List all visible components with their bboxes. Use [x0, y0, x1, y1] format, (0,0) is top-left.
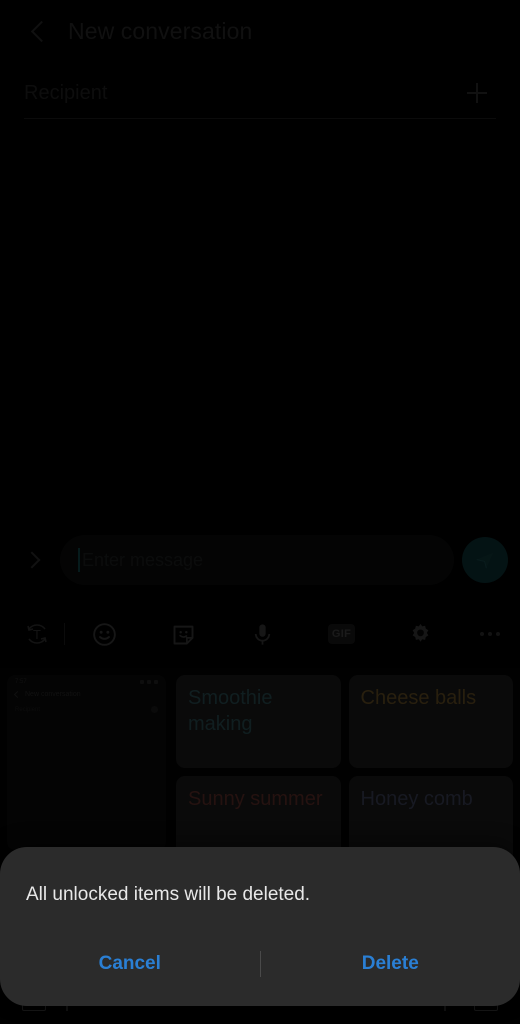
delete-button[interactable]: Delete — [261, 939, 520, 989]
microphone-icon — [254, 623, 271, 645]
wifi-icon — [147, 680, 151, 684]
thumb-recipient-row: Recipient — [7, 700, 166, 713]
dialog-message: All unlocked items will be deleted. — [26, 884, 311, 905]
text-mode-toggle[interactable]: T — [10, 612, 64, 656]
chevron-right-icon — [23, 551, 41, 569]
screen-preview-thumbnail[interactable]: 7:57 New conversation Recipient — [7, 675, 166, 850]
overflow-dots-icon — [480, 632, 500, 636]
smiley-face-icon — [93, 622, 116, 646]
gif-icon: GIF — [328, 624, 355, 644]
voice-button[interactable] — [223, 612, 302, 656]
list-item[interactable]: Cheese balls — [348, 675, 513, 768]
list-item[interactable]: Smoothie making — [176, 675, 341, 768]
recipient-row — [24, 68, 496, 118]
chevron-left-icon — [30, 20, 52, 42]
thumb-status-bar: 7:57 — [7, 675, 166, 685]
send-paper-plane-icon — [476, 552, 494, 569]
signal-icon — [140, 680, 144, 684]
recipient-underline — [24, 118, 496, 119]
thumb-recipient-label: Recipient — [15, 706, 41, 713]
dialog-actions: Cancel Delete — [0, 932, 520, 1006]
gif-button[interactable]: GIF — [302, 612, 381, 656]
cancel-button[interactable]: Cancel — [0, 939, 260, 989]
svg-text:T: T — [33, 627, 41, 642]
gear-icon — [412, 623, 429, 642]
add-recipient-button[interactable] — [458, 74, 496, 112]
chevron-left-icon — [13, 690, 22, 699]
t-in-circular-arrow-icon: T — [27, 624, 47, 644]
compose-bar — [0, 531, 520, 589]
thumb-title: New conversation — [25, 691, 81, 698]
card-text: Cheese balls — [360, 687, 477, 709]
phone-screen: New conversation Recipient Enter message… — [0, 0, 520, 1024]
card-text: Honey comb — [360, 788, 473, 810]
more-button[interactable] — [460, 612, 520, 656]
send-button[interactable] — [462, 537, 508, 583]
page-title: New conversation — [68, 17, 253, 44]
delete-confirmation-dialog: All unlocked items will be deleted. Canc… — [0, 847, 520, 1006]
battery-icon — [154, 680, 158, 684]
thumb-status-time: 7:57 — [15, 679, 27, 685]
settings-button[interactable] — [381, 612, 460, 656]
card-text: Sunny summer — [188, 788, 323, 810]
thumb-header: New conversation — [7, 685, 166, 700]
compose-toolbar: T GIF — [0, 608, 520, 660]
sticker-icon — [173, 625, 194, 644]
message-input-wrapper[interactable] — [60, 535, 454, 585]
app-header: New conversation — [0, 0, 520, 62]
message-input[interactable] — [80, 535, 454, 585]
recipient-input[interactable] — [24, 81, 458, 105]
sticker-button[interactable] — [144, 612, 223, 656]
expand-attachments-button[interactable] — [12, 538, 56, 582]
plus-icon — [151, 706, 158, 713]
card-text: Smoothie making — [188, 687, 273, 736]
back-button[interactable] — [16, 8, 62, 54]
thumb-status-icons — [140, 680, 158, 684]
emoji-button[interactable] — [65, 612, 144, 656]
